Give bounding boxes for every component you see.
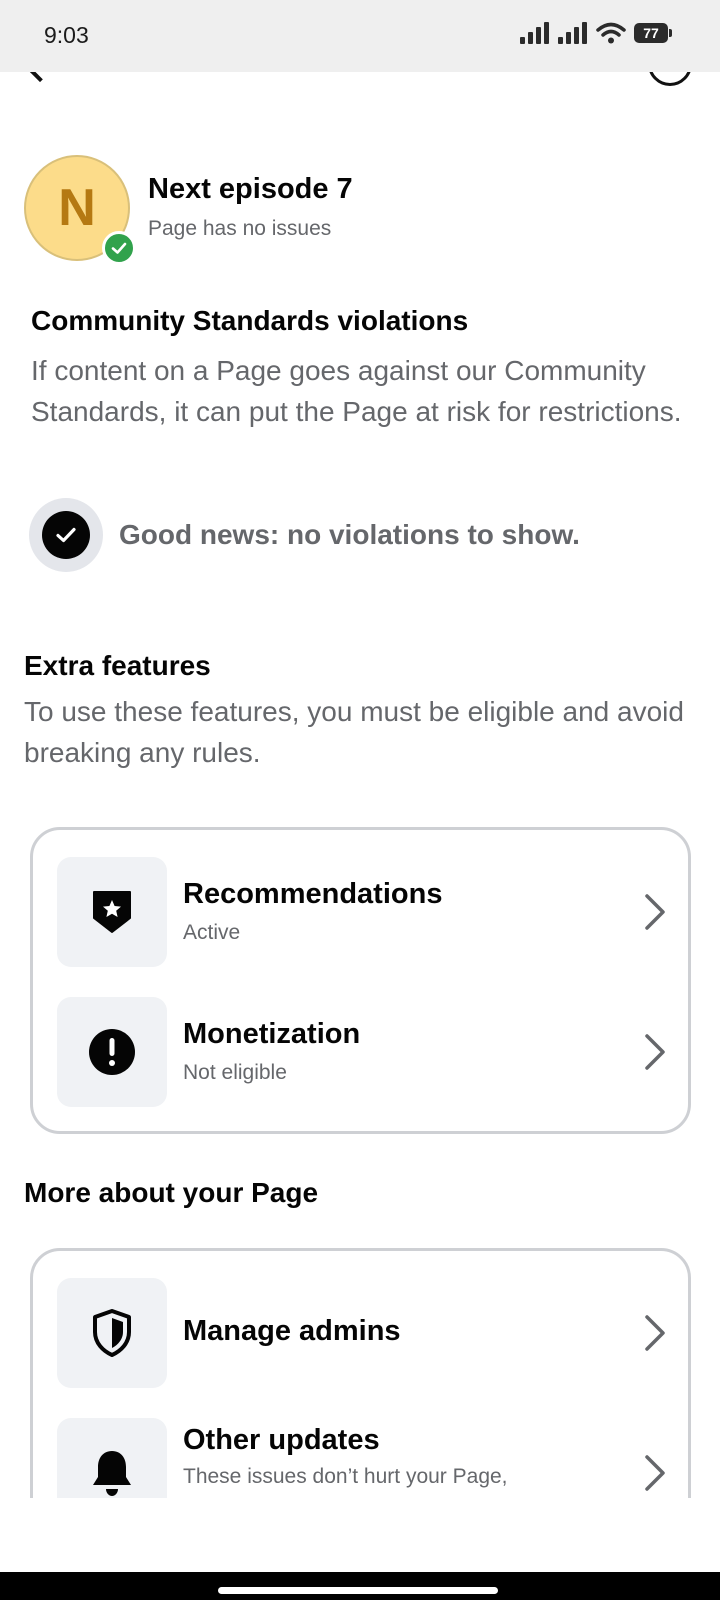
manage-admins-title: Manage admins: [183, 1315, 401, 1347]
recommendations-row[interactable]: Recommendations Active: [57, 857, 667, 967]
extra-features-card: Recommendations Active Monetization Not …: [30, 827, 691, 1134]
chevron-right-icon: [643, 890, 667, 934]
help-icon[interactable]: [648, 72, 692, 86]
community-standards-description: If content on a Page goes against our Co…: [31, 355, 682, 427]
cell-signal-2-icon: [558, 22, 587, 44]
status-bar: 9:03 77: [0, 0, 720, 72]
bell-icon: [57, 1418, 167, 1498]
more-about-title: More about your Page: [24, 1177, 319, 1208]
recommendations-status: Active: [183, 921, 241, 944]
chevron-right-icon: [643, 1451, 667, 1495]
status-time: 9:03: [44, 22, 89, 48]
extra-features-description: To use these features, you must be eligi…: [24, 696, 684, 768]
wifi-icon: [596, 22, 626, 44]
scrolled-header: [0, 72, 720, 94]
monetization-row[interactable]: Monetization Not eligible: [57, 997, 667, 1107]
more-about-card-viewport: Manage admins Other updates These issues…: [0, 1248, 720, 1498]
exclamation-icon: [57, 997, 167, 1107]
system-nav-bar: [0, 1572, 720, 1600]
battery-indicator: 77: [634, 23, 672, 43]
other-updates-subtitle: These issues don’t hurt your Page,: [183, 1465, 508, 1488]
monetization-status: Not eligible: [183, 1061, 287, 1084]
chevron-right-icon: [643, 1311, 667, 1355]
page-status: Page has no issues: [148, 217, 332, 240]
shield-icon: [57, 1278, 167, 1388]
recommendations-title: Recommendations: [183, 878, 443, 910]
no-violations-row: Good news: no violations to show.: [29, 498, 580, 572]
battery-level: 77: [634, 23, 668, 43]
community-standards-title: Community Standards violations: [31, 305, 469, 336]
star-badge-icon: [57, 857, 167, 967]
no-violations-text: Good news: no violations to show.: [119, 519, 580, 550]
cell-signal-icon: [520, 22, 549, 44]
extra-features-title: Extra features: [24, 650, 211, 681]
chevron-right-icon: [643, 1030, 667, 1074]
verified-check-icon: [102, 231, 136, 265]
battery-cap: [669, 29, 672, 37]
back-arrow-icon[interactable]: [25, 72, 55, 83]
manage-admins-row[interactable]: Manage admins: [57, 1278, 667, 1388]
home-indicator[interactable]: [218, 1587, 498, 1594]
more-about-card: Manage admins Other updates These issues…: [30, 1248, 691, 1498]
other-updates-title: Other updates: [183, 1424, 380, 1456]
monetization-title: Monetization: [183, 1018, 361, 1050]
page-name: Next episode 7: [148, 173, 353, 205]
other-updates-row[interactable]: Other updates These issues don’t hurt yo…: [57, 1418, 667, 1498]
status-icons: 77: [520, 22, 672, 44]
checkmark-circle-icon: [29, 498, 103, 572]
